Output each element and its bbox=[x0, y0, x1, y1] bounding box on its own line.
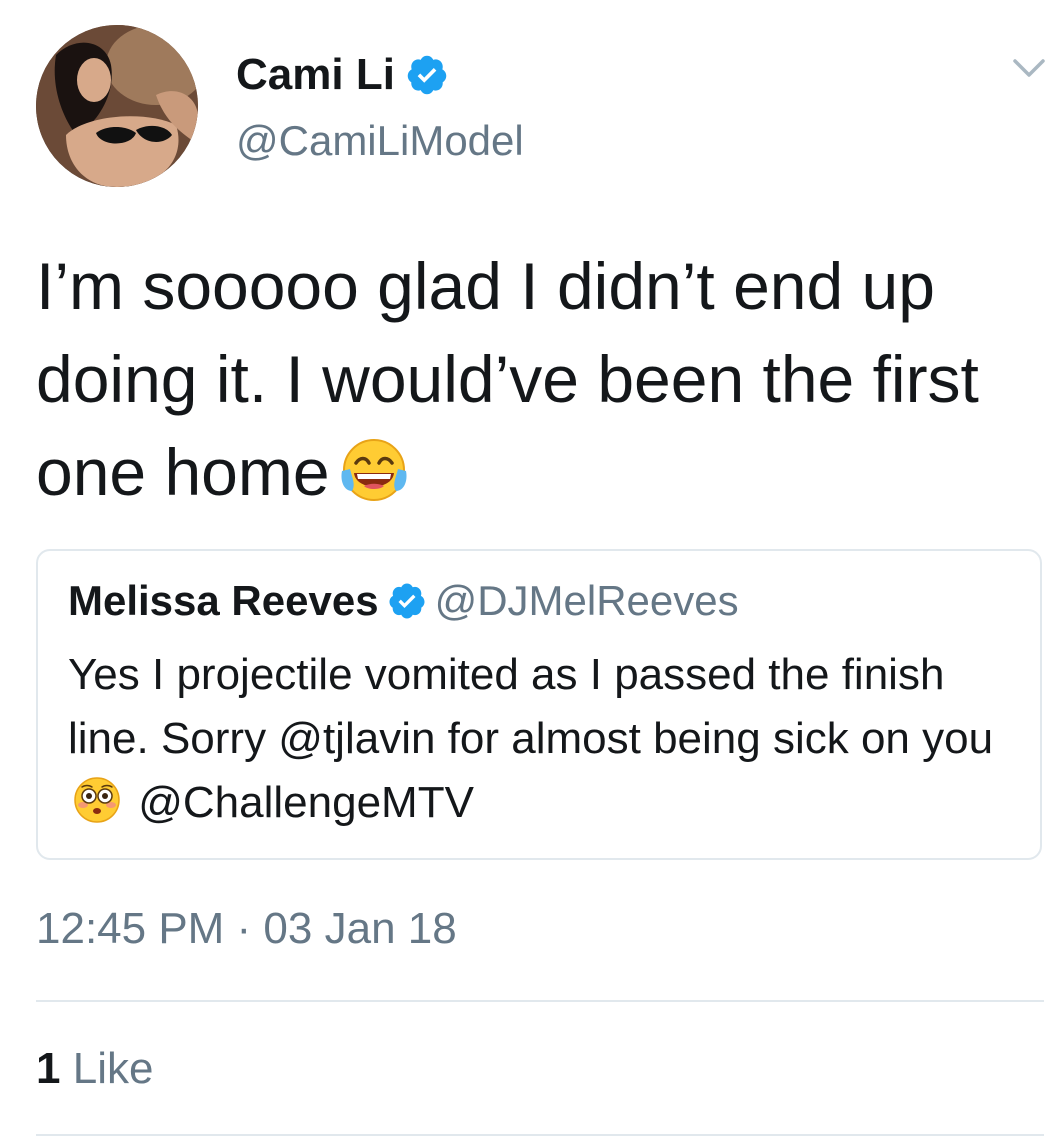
flushed-face-icon bbox=[74, 777, 120, 823]
chevron-down-icon[interactable] bbox=[1012, 56, 1046, 80]
author-name-row[interactable]: Cami Li bbox=[236, 50, 449, 100]
divider bbox=[36, 1000, 1044, 1002]
author-handle[interactable]: @CamiLiModel bbox=[236, 116, 524, 166]
tweet-timestamp: 12:45 PM · 03 Jan 18 bbox=[36, 904, 457, 953]
author-display-name[interactable]: Cami Li bbox=[236, 50, 395, 100]
tweet-text: I’m sooooo glad I didn’t end up doing it… bbox=[36, 249, 979, 509]
quoted-text-before-emoji: Yes I projectile vomited as I passed the… bbox=[68, 650, 994, 763]
verified-badge-icon bbox=[407, 55, 447, 95]
likes-number: 1 bbox=[36, 1044, 61, 1093]
quoted-tweet[interactable]: Melissa Reeves @DJMelReeves Yes I projec… bbox=[36, 549, 1042, 860]
divider bbox=[36, 1134, 1044, 1136]
quoted-tweet-header: Melissa Reeves @DJMelReeves bbox=[68, 577, 739, 625]
likes-count[interactable]: 1 Like bbox=[36, 1044, 153, 1094]
quoted-tweet-text: Yes I projectile vomited as I passed the… bbox=[68, 643, 1008, 835]
quoted-text-after-emoji: @ChallengeMTV bbox=[138, 778, 474, 827]
likes-label: Like bbox=[72, 1044, 154, 1093]
verified-badge-icon bbox=[389, 583, 425, 619]
quoted-author-handle: @DJMelReeves bbox=[434, 577, 739, 624]
face-with-tears-of-joy-icon bbox=[341, 439, 407, 501]
tweet-body: I’m sooooo glad I didn’t end up doing it… bbox=[36, 240, 1036, 519]
quoted-author-display-name: Melissa Reeves bbox=[68, 577, 379, 624]
avatar[interactable] bbox=[36, 25, 198, 187]
avatar-photo bbox=[36, 25, 198, 187]
